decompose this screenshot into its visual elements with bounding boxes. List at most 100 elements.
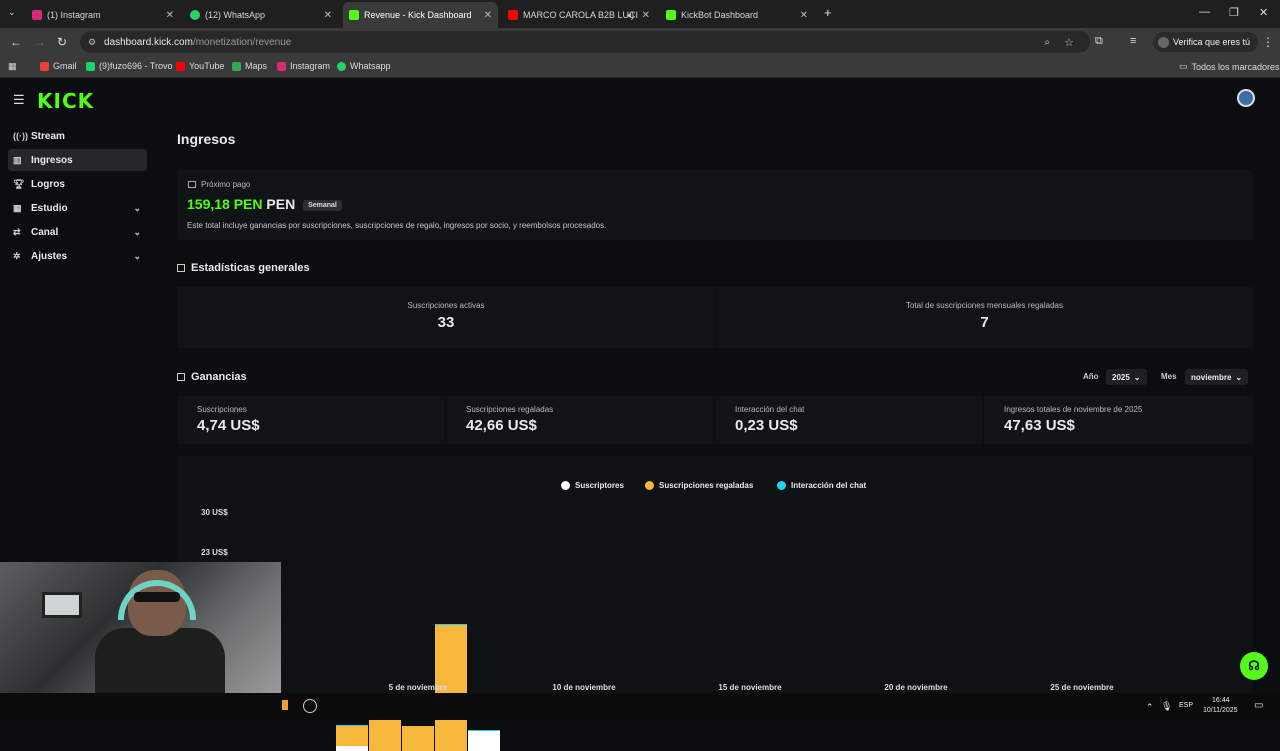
tab-kickbot[interactable]: KickBot Dashboard ✕ xyxy=(660,4,814,26)
earnings-card-chat: Interacción del chat 0,23 US$ xyxy=(715,396,983,444)
streamer-body xyxy=(95,628,225,693)
tab-whatsapp[interactable]: (12) WhatsApp ✕ xyxy=(184,4,338,26)
payout-currency: PEN xyxy=(266,196,295,212)
y-tick-label: 30 US$ xyxy=(201,508,228,517)
clock-time[interactable]: 16:44 xyxy=(1212,697,1230,704)
legend-swatch xyxy=(777,481,786,490)
close-icon[interactable]: ✕ xyxy=(324,10,332,21)
legend-suscripciones-regaladas[interactable]: Suscripciones regaladas xyxy=(645,481,753,490)
active-subs-label: Suscripciones activas xyxy=(177,301,715,310)
sidebar-item-estudio[interactable]: ▦ Estudio ⌄ xyxy=(8,197,147,219)
bookmark-youtube[interactable]: YouTube xyxy=(176,61,224,71)
chart-bar[interactable] xyxy=(468,730,500,751)
address-bar[interactable]: ⚙ dashboard.kick.com/monetization/revenu… xyxy=(80,31,1090,53)
page-title: Ingresos xyxy=(177,131,235,147)
studio-icon: ▦ xyxy=(13,203,22,214)
url-path: /monetization/revenue xyxy=(193,37,291,48)
instagram-icon xyxy=(32,10,42,20)
forward-button[interactable]: → xyxy=(34,35,46,49)
stats-section-header: Estadísticas generales xyxy=(177,262,310,274)
notifications-icon[interactable]: ▭ xyxy=(1254,700,1263,711)
language-indicator[interactable]: ESP xyxy=(1179,702,1193,709)
payout-amount: 159,18 PEN xyxy=(187,196,263,212)
chevron-down-icon: ⌄ xyxy=(1235,373,1242,382)
youtube-icon xyxy=(176,62,185,71)
url-host: dashboard.kick.com xyxy=(104,37,193,48)
taskbar-app-icon[interactable] xyxy=(282,700,288,710)
user-avatar[interactable] xyxy=(1237,89,1255,107)
tab-marco-carola[interactable]: MARCO CAROLA B2B LUCI ◂) ✕ xyxy=(502,4,656,26)
microphone-icon[interactable]: 🎙︎ xyxy=(1161,701,1172,712)
chart-bar[interactable] xyxy=(402,726,434,751)
earnings-card-gifted: Suscripciones regaladas 42,66 US$ xyxy=(446,396,714,444)
x-tick-label: 15 de noviembre xyxy=(718,683,781,692)
bookmark-trovo[interactable]: (9)fuzo696 - Trovo xyxy=(86,61,173,71)
glasses-shape xyxy=(134,592,180,602)
new-tab-button[interactable]: + xyxy=(824,5,832,20)
bookmark-maps[interactable]: Maps xyxy=(232,61,267,71)
all-bookmarks[interactable]: ▭Todos los marcadores xyxy=(1179,61,1280,72)
close-icon[interactable]: ✕ xyxy=(642,10,650,21)
chevron-down-icon: ⌄ xyxy=(133,203,141,214)
back-button[interactable]: ← xyxy=(10,35,22,49)
sidebar-item-stream[interactable]: ((·)) Stream xyxy=(8,125,147,147)
wallet-icon xyxy=(188,181,196,188)
menu-icon[interactable]: ☰ xyxy=(13,92,25,108)
minimize-button[interactable]: — xyxy=(1199,6,1210,18)
extensions-icon[interactable]: ⧉ xyxy=(1095,35,1103,48)
chart-bar[interactable] xyxy=(336,725,368,726)
bookmark-instagram[interactable]: Instagram xyxy=(277,61,330,71)
sidebar-item-canal[interactable]: ⇄ Canal ⌄ xyxy=(8,221,147,243)
reload-button[interactable]: ↻ xyxy=(57,35,67,49)
earnings-chart xyxy=(177,456,1253,693)
x-tick-label: 5 de noviembre xyxy=(389,683,448,692)
restore-button[interactable]: ❐ xyxy=(1229,6,1239,19)
bookmark-gmail[interactable]: Gmail xyxy=(40,61,77,71)
bookmark-star-icon[interactable]: ☆ xyxy=(1064,36,1074,49)
close-window-button[interactable]: ✕ xyxy=(1259,6,1268,19)
sidebar-item-ajustes[interactable]: ✲ Ajustes ⌄ xyxy=(8,245,147,267)
x-tick-label: 10 de noviembre xyxy=(552,683,615,692)
obs-icon[interactable] xyxy=(303,699,317,713)
legend-interaccion-chat[interactable]: Interacción del chat xyxy=(777,481,866,490)
media-icon[interactable]: ≡ xyxy=(1130,35,1136,47)
month-select[interactable]: noviembre ⌄ xyxy=(1185,369,1248,385)
verify-identity-button[interactable]: Verifica que eres tú xyxy=(1153,32,1258,52)
legend-suscriptores[interactable]: Suscriptores xyxy=(561,481,624,490)
gifted-subs-total-label: Total de suscripciones mensuales regalad… xyxy=(716,301,1253,310)
x-tick-label: 25 de noviembre xyxy=(1050,683,1113,692)
tray-chevron-icon[interactable]: ⌃ xyxy=(1146,702,1154,713)
maps-icon xyxy=(232,62,241,71)
close-icon[interactable]: ✕ xyxy=(800,10,808,21)
kick-logo[interactable]: KICK xyxy=(37,89,94,113)
folder-icon: ▭ xyxy=(1179,61,1188,72)
close-icon[interactable]: ✕ xyxy=(484,10,492,21)
clock-date[interactable]: 10/11/2025 xyxy=(1203,707,1238,714)
site-info-icon[interactable]: ⚙ xyxy=(88,37,96,48)
tab-revenue-kick[interactable]: Revenue - Kick Dashboard ✕ xyxy=(343,2,498,28)
profile-avatar-icon xyxy=(1158,37,1169,48)
sidebar-item-logros[interactable]: 🏆︎ Logros xyxy=(8,173,147,195)
kick-icon xyxy=(666,10,676,20)
browser-navbar: ← → ↻ ⚙ dashboard.kick.com/monetization/… xyxy=(0,28,1280,56)
close-icon[interactable]: ✕ xyxy=(166,10,174,21)
earnings-card-subs: Suscripciones 4,74 US$ xyxy=(177,396,445,444)
help-chat-button[interactable]: ☊ xyxy=(1240,652,1268,680)
tab-instagram[interactable]: (1) Instagram ✕ xyxy=(26,4,180,26)
speaker-icon[interactable]: ◂) xyxy=(626,10,634,21)
chart-bar[interactable] xyxy=(336,746,368,751)
more-menu-icon[interactable]: ⋮ xyxy=(1262,35,1274,49)
bookmark-whatsapp[interactable]: Whatsapp xyxy=(337,61,391,71)
year-select[interactable]: 2025 ⌄ xyxy=(1106,369,1147,385)
earnings-section-header: Ganancias xyxy=(177,371,247,383)
zoom-icon[interactable]: ⌕ xyxy=(1044,37,1050,48)
sidebar-item-ingresos[interactable]: ▥ Ingresos xyxy=(8,149,147,171)
webcam-overlay xyxy=(0,562,281,693)
headset-icon: ☊ xyxy=(1248,658,1260,674)
whatsapp-icon xyxy=(337,62,346,71)
chart-bar[interactable] xyxy=(336,726,368,746)
tab-search-icon[interactable]: ⌄ xyxy=(8,7,16,18)
month-label: Mes xyxy=(1161,372,1177,381)
legend-swatch xyxy=(645,481,654,490)
apps-grid-icon[interactable]: ▦ xyxy=(8,61,17,72)
